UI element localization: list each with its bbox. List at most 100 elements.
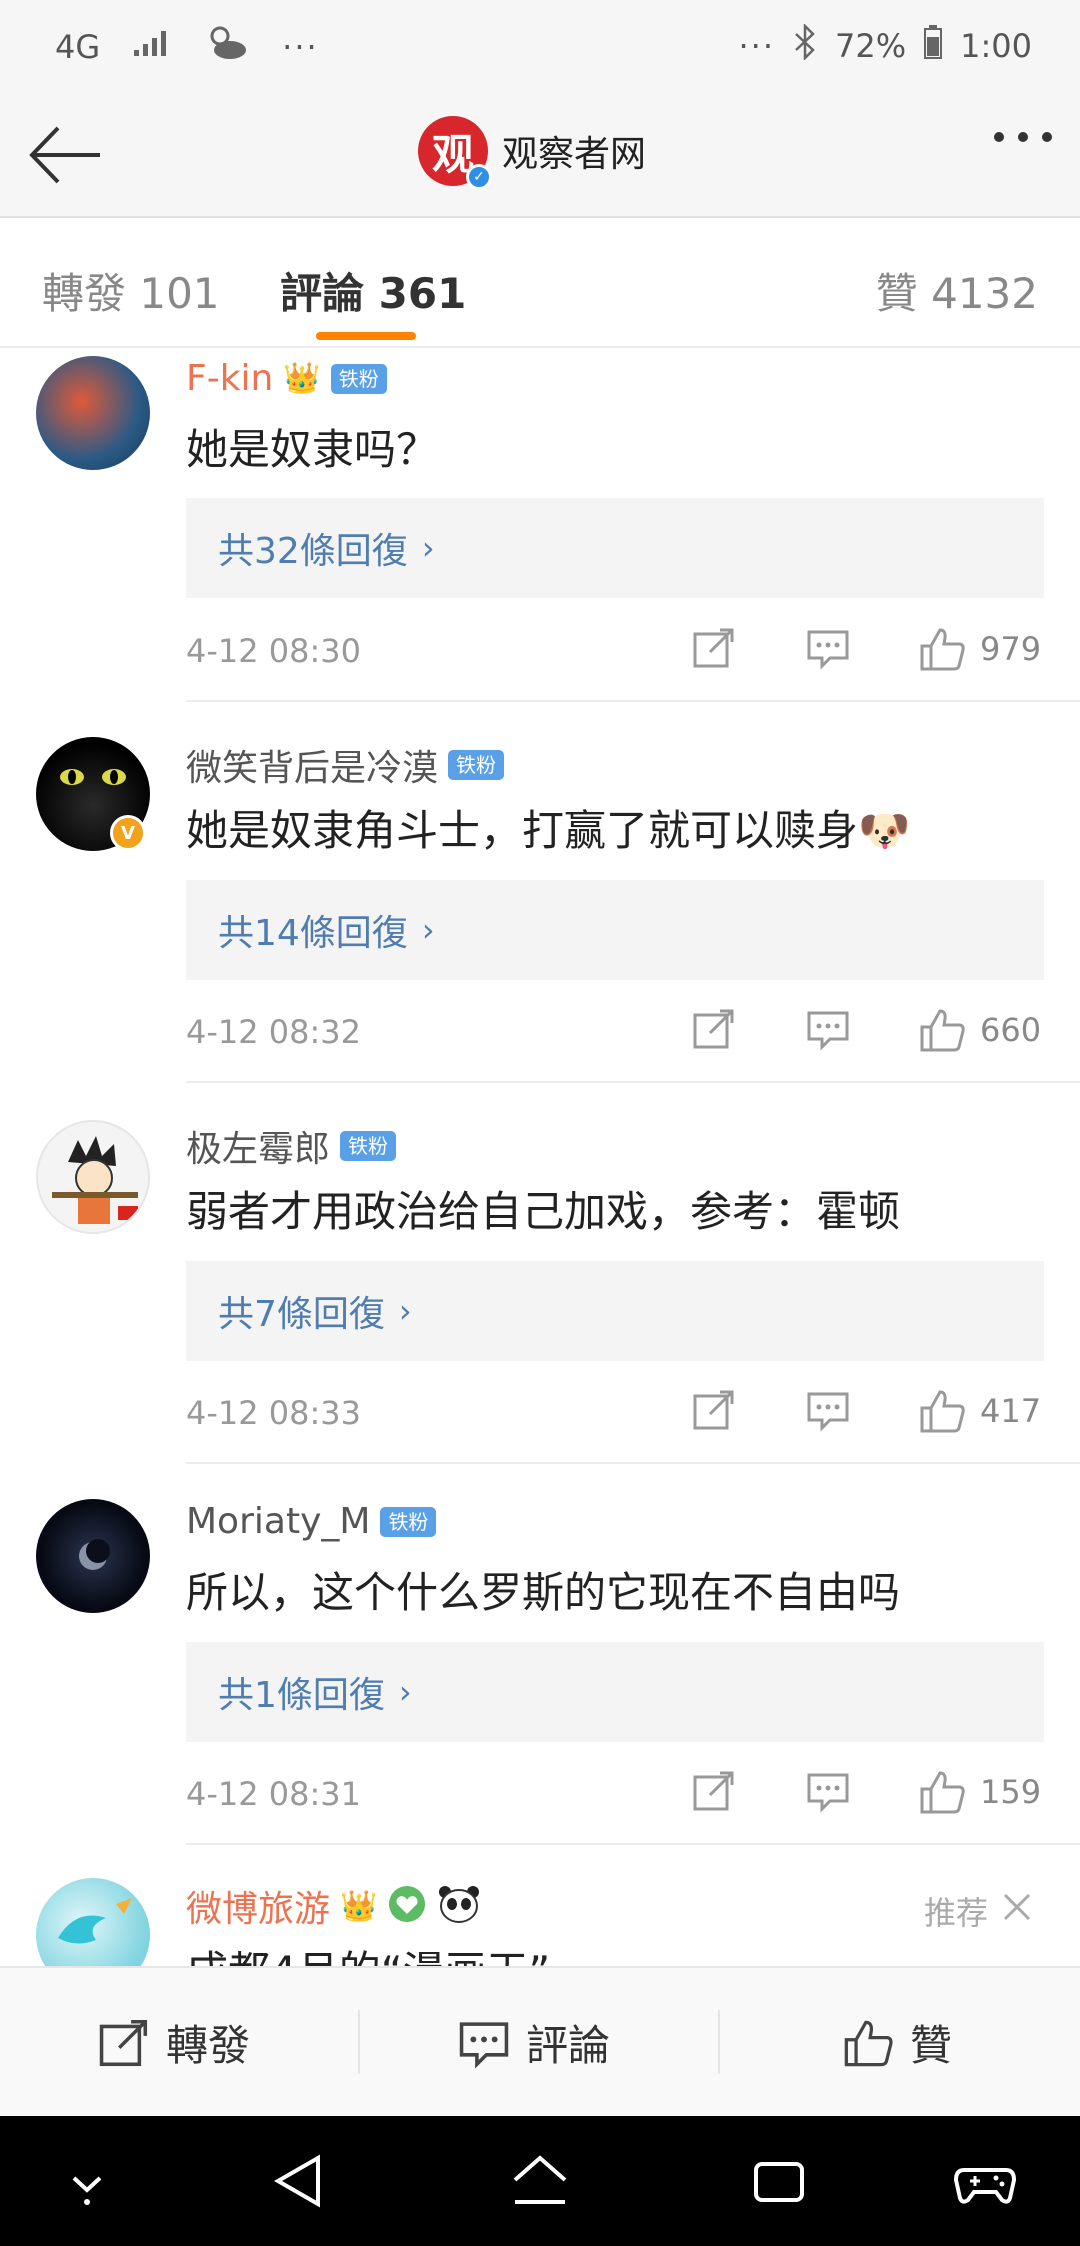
- fan-badge: 铁粉: [380, 1506, 437, 1537]
- system-nav-bar: [0, 2116, 1080, 2246]
- verified-badge-icon: ✓: [466, 164, 492, 190]
- comment-time: 4-12 08:32: [186, 1013, 362, 1051]
- tab-forward[interactable]: 轉發 101: [42, 260, 220, 321]
- like-button[interactable]: 660: [918, 1007, 1041, 1053]
- share-icon[interactable]: [692, 1769, 736, 1813]
- recommended-item: 微博旅游 👑 推荐 成都4月的“漫画天”: [0, 1872, 1080, 1966]
- weather-icon: [204, 24, 250, 70]
- replies-link[interactable]: 共14條回復 ›: [186, 880, 1044, 980]
- close-icon[interactable]: [1002, 1892, 1032, 1930]
- status-dots-right: ···: [738, 27, 776, 65]
- game-controller-icon[interactable]: [950, 2146, 1020, 2216]
- avatar[interactable]: [36, 1499, 150, 1613]
- replies-link[interactable]: 共7條回復 ›: [186, 1261, 1044, 1361]
- chevron-right-icon: ›: [421, 911, 435, 949]
- like-icon: [844, 2020, 893, 2066]
- comment-item: F-kin 👑 铁粉 她是奴隶吗？ 共32條回復 › 4-12 08:30 97…: [0, 348, 1080, 703]
- comment-time: 4-12 08:31: [186, 1775, 362, 1813]
- like-count: 159: [980, 1773, 1042, 1811]
- share-icon: [99, 2019, 148, 2066]
- like-count: 979: [980, 630, 1042, 668]
- account-logo: 观 ✓: [418, 116, 492, 190]
- username[interactable]: 微博旅游: [186, 1880, 330, 1932]
- like-icon: [920, 1390, 965, 1433]
- share-icon[interactable]: [692, 1007, 736, 1051]
- comment-icon[interactable]: [806, 1769, 850, 1813]
- divider: [186, 700, 1080, 702]
- tab-indicator: [316, 332, 416, 340]
- replies-link[interactable]: 共32條回復 ›: [186, 498, 1044, 598]
- recommend-label: 推荐: [924, 1888, 1032, 1934]
- avatar[interactable]: [36, 1120, 150, 1234]
- comment-text: 她是奴隶吗？: [186, 425, 439, 474]
- separator: [718, 2010, 720, 2074]
- account-name: 观察者网: [502, 134, 647, 175]
- battery-icon: [924, 25, 943, 67]
- like-button[interactable]: 贊: [842, 2012, 952, 2073]
- tab-likes[interactable]: 贊 4132: [876, 260, 1038, 321]
- bluetooth-icon: [793, 22, 817, 68]
- username[interactable]: 微笑背后是冷漠: [186, 739, 438, 791]
- like-icon: [920, 1771, 965, 1814]
- forward-button[interactable]: 轉發: [98, 2012, 250, 2073]
- fan-badge: 铁粉: [340, 1131, 397, 1161]
- tab-comments[interactable]: 評論 361: [280, 260, 466, 321]
- share-icon[interactable]: [692, 626, 736, 670]
- account-title[interactable]: 观 ✓ 观察者网: [418, 116, 647, 190]
- fan-badge: 铁粉: [330, 363, 387, 394]
- heart-badge-icon: [387, 1884, 427, 1928]
- recent-apps-icon[interactable]: [744, 2146, 814, 2216]
- battery-percent: 72%: [835, 27, 907, 65]
- hide-keyboard-icon[interactable]: [52, 2146, 122, 2216]
- network-indicator: 4G: [55, 28, 101, 66]
- like-count: 660: [980, 1011, 1042, 1049]
- comment-text: 弱者才用政治给自己加戏，参考：霍顿: [186, 1187, 901, 1236]
- username[interactable]: 极左霉郎: [186, 1120, 330, 1172]
- username[interactable]: Moriaty_M: [186, 1501, 370, 1542]
- comment-icon: [459, 2021, 509, 2069]
- comment-button[interactable]: 評論: [458, 2012, 610, 2073]
- bottom-action-bar: 轉發 評論 贊: [0, 1966, 1080, 2116]
- like-icon: [920, 1009, 965, 1052]
- comment-text: 她是奴隶角斗士，打赢了就可以赎身🐶: [186, 806, 911, 855]
- divider: [186, 1462, 1080, 1464]
- verified-badge-icon: V: [110, 815, 146, 851]
- chevron-right-icon: ›: [398, 1673, 412, 1711]
- separator: [358, 2010, 360, 2074]
- crown-icon: 👑: [340, 1888, 378, 1924]
- comment-icon[interactable]: [806, 1388, 850, 1432]
- replies-link[interactable]: 共1條回復 ›: [186, 1642, 1044, 1742]
- top-app-bar: 观 ✓ 观察者网: [0, 92, 1080, 218]
- status-bar: 4G ··· ··· 72% 1:00: [0, 0, 1080, 92]
- like-button[interactable]: 979: [918, 626, 1041, 672]
- fan-badge: 铁粉: [448, 750, 505, 780]
- comment-item: V 微笑背后是冷漠 铁粉 她是奴隶角斗士，打赢了就可以赎身🐶 共14條回復 › …: [0, 735, 1080, 1090]
- chevron-right-icon: ›: [398, 1292, 412, 1330]
- like-count: 417: [980, 1392, 1042, 1430]
- crown-icon: 👑: [283, 361, 321, 396]
- like-icon: [920, 628, 965, 671]
- like-button[interactable]: 417: [918, 1388, 1041, 1434]
- avatar[interactable]: [36, 1878, 150, 1966]
- comment-item: Moriaty_M 铁粉 所以，这个什么罗斯的它现在不自由吗 共1條回復 › 4…: [0, 1497, 1080, 1852]
- home-icon[interactable]: [505, 2146, 575, 2216]
- share-icon[interactable]: [692, 1388, 736, 1432]
- back-nav-icon[interactable]: [264, 2146, 334, 2216]
- avatar[interactable]: [36, 356, 150, 470]
- comment-icon[interactable]: [806, 1007, 850, 1051]
- back-arrow-icon[interactable]: [26, 120, 106, 190]
- comment-item: 极左霉郎 铁粉 弱者才用政治给自己加戏，参考：霍顿 共7條回復 › 4-12 0…: [0, 1116, 1080, 1471]
- tab-bar: 轉發 101 評論 361 贊 4132: [0, 218, 1080, 348]
- app-root: 4G ··· ··· 72% 1:00 观 ✓ 观察者网 轉發 101 評論 3…: [0, 0, 1080, 2246]
- chevron-right-icon: ›: [421, 529, 435, 567]
- comment-text: 成都4月的“漫画天”: [186, 1938, 550, 1966]
- divider: [186, 1081, 1080, 1083]
- comment-time: 4-12 08:33: [186, 1394, 362, 1432]
- more-icon[interactable]: [994, 132, 1052, 142]
- comment-icon[interactable]: [806, 626, 850, 670]
- comment-time: 4-12 08:30: [186, 632, 362, 670]
- username[interactable]: F-kin: [186, 358, 273, 399]
- status-dots-left: ···: [282, 28, 319, 66]
- divider: [186, 1843, 1080, 1845]
- like-button[interactable]: 159: [918, 1769, 1041, 1815]
